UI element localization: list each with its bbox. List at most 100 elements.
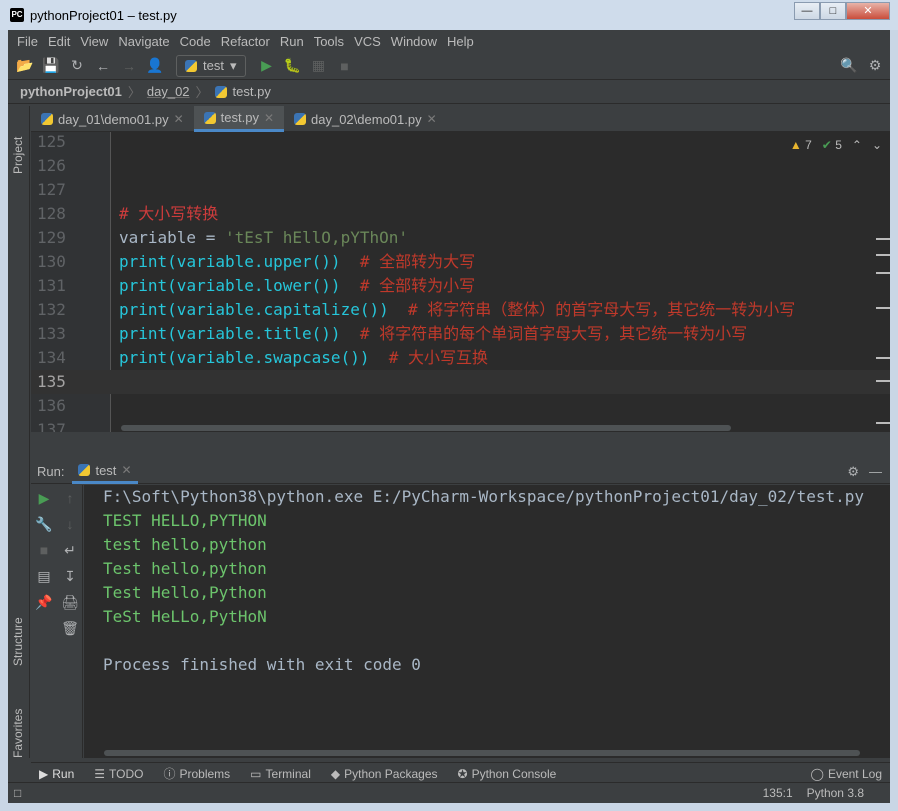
code-body: (variable.title()) <box>167 324 341 343</box>
rerun-icon[interactable]: ▶ <box>31 485 57 511</box>
line-number: 126 <box>37 156 66 175</box>
maximize-button[interactable]: □ <box>820 2 846 20</box>
scrollbar-marker[interactable] <box>876 307 890 309</box>
tool-todo[interactable]: ☰ TODO <box>94 767 143 781</box>
menu-help[interactable]: Help <box>442 34 479 49</box>
left-tool-strip: Project Structure Favorites <box>8 106 30 758</box>
python-file-icon <box>41 113 53 125</box>
coverage-icon[interactable]: ▦ <box>308 55 330 77</box>
arrow-down-icon[interactable]: ↓ <box>57 511 83 537</box>
layout-icon[interactable]: ▤ <box>31 563 57 589</box>
scrollbar-marker[interactable] <box>876 422 890 424</box>
menu-refactor[interactable]: Refactor <box>216 34 275 49</box>
stop-icon[interactable]: ■ <box>334 55 356 77</box>
close-tab-icon[interactable]: ✕ <box>427 112 437 126</box>
caret-position[interactable]: 135:1 <box>763 786 793 800</box>
breadcrumb-project[interactable]: pythonProject01 <box>20 84 122 99</box>
tool-run-label: Run <box>52 766 75 781</box>
pin-icon[interactable]: 📌 <box>31 589 57 615</box>
editor-tabs: day_01\demo01.py ✕ test.py ✕ day_02\demo… <box>31 106 890 132</box>
tab-day02-demo01[interactable]: day_02\demo01.py ✕ <box>284 106 447 132</box>
close-tab-icon[interactable]: ✕ <box>121 463 131 477</box>
settings-gear-icon[interactable]: ⚙ <box>864 55 886 77</box>
debug-bug-icon[interactable]: 🐛 <box>282 55 304 77</box>
settings-gear-icon[interactable]: ⚙ <box>847 464 859 480</box>
run-console[interactable]: F:\Soft\Python38\python.exe E:/PyCharm-W… <box>84 485 890 758</box>
tool-python-packages[interactable]: ◆ Python Packages <box>331 767 438 781</box>
run-triangle-icon: ▶ <box>39 766 49 781</box>
code-comment: # 全部转为大写 <box>340 252 476 271</box>
chevron-up-icon[interactable]: ⌃ <box>852 138 862 152</box>
console-output-line: test hello,python <box>103 535 267 554</box>
console-exit-line: Process finished with exit code 0 <box>103 655 421 674</box>
tab-day01-demo01[interactable]: day_01\demo01.py ✕ <box>31 106 194 132</box>
tool-python-console[interactable]: ✪ Python Console <box>458 767 557 781</box>
code-editor[interactable]: 125 126 127 128 # 大小写转换 129 variable = '… <box>31 132 890 432</box>
menu-run[interactable]: Run <box>275 34 309 49</box>
close-window-button[interactable]: ✕ <box>846 2 890 20</box>
editor-horizontal-scrollbar[interactable] <box>121 425 731 431</box>
menu-view[interactable]: View <box>75 34 113 49</box>
tool-run[interactable]: ▶ Run <box>39 767 74 781</box>
soft-wrap-icon[interactable]: ↵ <box>57 537 83 563</box>
run-icon[interactable]: ▶ <box>256 55 278 77</box>
open-folder-icon[interactable]: 📂 <box>14 55 36 77</box>
scrollbar-marker[interactable] <box>876 254 890 256</box>
sync-icon[interactable]: ↻ <box>66 55 88 77</box>
breadcrumb-file[interactable]: test.py <box>233 84 271 99</box>
menu-file[interactable]: File <box>12 34 43 49</box>
code-comment: # 大小写互换 <box>369 348 489 367</box>
tab-test-py[interactable]: test.py ✕ <box>193 106 285 132</box>
scrollbar-marker[interactable] <box>876 357 890 359</box>
save-icon[interactable]: 💾 <box>40 55 62 77</box>
code-string: 'tEsT hEllO,pYThOn' <box>224 228 408 247</box>
menu-bar: File Edit View Navigate Code Refactor Ru… <box>8 30 890 52</box>
user-icon[interactable]: 👤 <box>144 55 166 77</box>
breadcrumb-folder[interactable]: day_02 <box>147 84 190 99</box>
stop-icon[interactable]: ■ <box>31 537 57 563</box>
scrollbar-marker[interactable] <box>876 238 890 240</box>
line-number: 134 <box>37 348 66 367</box>
favorites-tool-tab[interactable]: Favorites <box>11 709 25 758</box>
minimize-button[interactable]: — <box>794 2 820 20</box>
line-number: 133 <box>37 324 66 343</box>
chevron-down-icon[interactable]: ⌄ <box>872 138 882 152</box>
search-icon[interactable]: 🔍 <box>838 55 860 77</box>
scroll-to-end-icon[interactable]: ↧ <box>57 563 83 589</box>
code-function: print <box>119 252 168 271</box>
close-tab-icon[interactable]: ✕ <box>174 112 184 126</box>
code-operator: = <box>196 228 225 247</box>
menu-vcs[interactable]: VCS <box>349 34 386 49</box>
scrollbar-marker[interactable] <box>876 272 890 274</box>
menu-window[interactable]: Window <box>386 34 442 49</box>
trash-icon[interactable]: 🗑 <box>57 615 83 641</box>
menu-code[interactable]: Code <box>175 34 216 49</box>
inspection-widget[interactable]: ▲ 7 ✔ 5 ⌃ ⌄ <box>790 138 882 152</box>
menu-edit[interactable]: Edit <box>43 34 75 49</box>
forward-arrow-icon[interactable]: → <box>118 55 140 77</box>
run-configuration-select[interactable]: test ▾ <box>176 54 246 77</box>
check-icon: ✔ <box>821 138 832 152</box>
menu-navigate[interactable]: Navigate <box>113 34 174 49</box>
wrench-icon[interactable]: 🔧 <box>31 511 57 537</box>
chevron-right-icon: 〉 <box>127 85 141 100</box>
tool-terminal[interactable]: ▭ Terminal <box>250 767 311 781</box>
run-tab-test[interactable]: test ✕ <box>72 460 138 484</box>
menu-tools[interactable]: Tools <box>309 34 349 49</box>
hide-panel-icon[interactable]: — <box>869 464 882 480</box>
console-horizontal-scrollbar[interactable] <box>104 750 860 756</box>
project-tool-tab[interactable]: Project <box>11 137 25 174</box>
tool-event-log[interactable]: ◯ Event Log <box>811 767 882 781</box>
python-interpreter[interactable]: Python 3.8 <box>807 786 864 800</box>
toggle-tool-windows-icon[interactable]: □ <box>14 786 21 800</box>
close-tab-icon[interactable]: ✕ <box>264 111 274 125</box>
back-arrow-icon[interactable]: ← <box>92 55 114 77</box>
print-icon[interactable]: 🖨 <box>57 589 83 615</box>
scrollbar-marker[interactable] <box>876 380 890 382</box>
structure-tool-tab[interactable]: Structure <box>11 617 25 666</box>
tool-problems[interactable]: ⓘ Problems <box>163 765 230 782</box>
tool-terminal-label: Terminal <box>265 766 311 781</box>
code-function: print <box>119 324 168 343</box>
line-number: 131 <box>37 276 66 295</box>
arrow-up-icon[interactable]: ↑ <box>57 485 83 511</box>
